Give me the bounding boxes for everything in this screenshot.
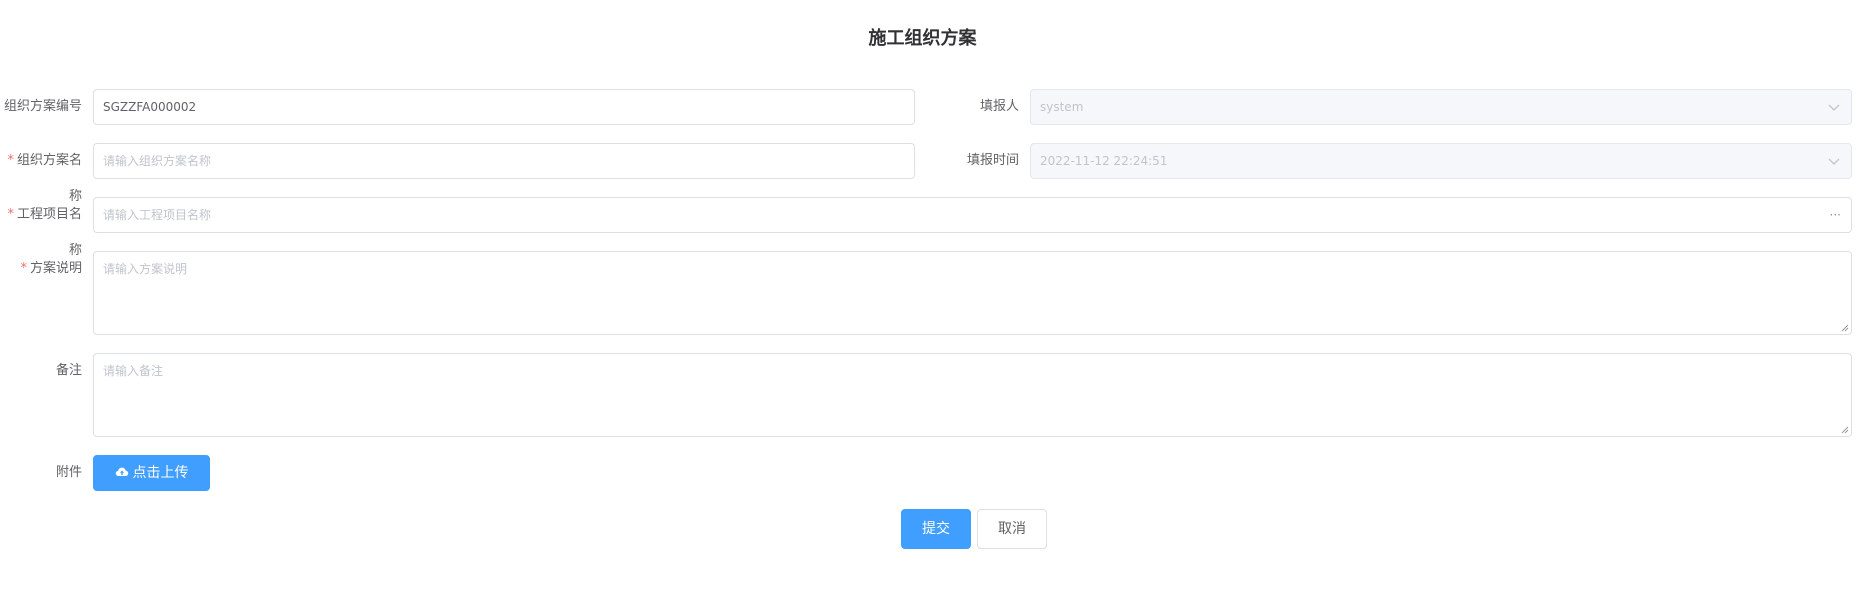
report-time-value: 2022-11-12 22:24:51 — [1040, 154, 1168, 168]
plan-desc-textarea[interactable]: 请输入方案说明 — [93, 251, 1852, 335]
plan-name-label: * 组织方案名称 — [7, 153, 82, 204]
plan-code-label: 组织方案编号 — [3, 99, 82, 114]
cloud-upload-icon — [115, 467, 128, 476]
required-mark: * — [7, 153, 14, 168]
upload-button[interactable]: 点击上传 — [93, 455, 210, 491]
cancel-button[interactable]: 取消 — [977, 509, 1047, 549]
resize-handle-icon[interactable] — [1841, 324, 1849, 332]
more-icon[interactable]: ··· — [1830, 198, 1841, 232]
plan-desc-placeholder: 请输入方案说明 — [103, 262, 188, 276]
plan-name-placeholder: 请输入组织方案名称 — [103, 154, 212, 168]
upload-button-label: 点击上传 — [132, 465, 189, 481]
remark-placeholder: 请输入备注 — [103, 364, 164, 378]
remark-textarea[interactable]: 请输入备注 — [93, 353, 1852, 437]
required-mark: * — [7, 207, 14, 222]
project-name-input[interactable]: 请输入工程项目名称 ··· — [93, 197, 1852, 233]
chevron-down-icon — [1828, 158, 1840, 165]
required-mark: * — [20, 261, 27, 276]
reporter-value: system — [1040, 100, 1084, 114]
plan-code-value: SGZZFA000002 — [103, 100, 197, 114]
plan-desc-label: * 方案说明 — [20, 261, 82, 276]
resize-handle-icon[interactable] — [1841, 426, 1849, 434]
report-time-label: 填报时间 — [966, 153, 1019, 168]
page-title: 施工组织方案 — [868, 28, 977, 49]
attachment-label: 附件 — [55, 465, 82, 480]
submit-button[interactable]: 提交 — [901, 509, 971, 549]
project-name-placeholder: 请输入工程项目名称 — [103, 208, 212, 222]
construction-plan-form-page: 施工组织方案 组织方案编号 SGZZFA000002 填报人 system * 组… — [0, 0, 1864, 614]
project-name-label: * 工程项目名称 — [7, 207, 82, 258]
reporter-select[interactable]: system — [1030, 89, 1852, 125]
plan-code-input[interactable]: SGZZFA000002 — [93, 89, 915, 125]
remark-label: 备注 — [55, 363, 82, 378]
reporter-label: 填报人 — [979, 99, 1019, 114]
report-time-select[interactable]: 2022-11-12 22:24:51 — [1030, 143, 1852, 179]
chevron-down-icon — [1828, 104, 1840, 111]
plan-name-input[interactable]: 请输入组织方案名称 — [93, 143, 915, 179]
